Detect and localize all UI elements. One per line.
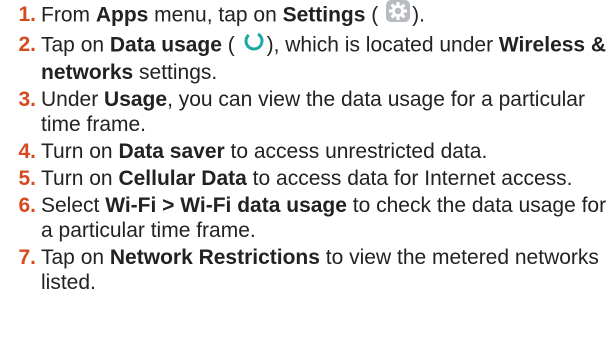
instruction-list: 1. From Apps menu, tap on Settings ( ). … bbox=[0, 0, 611, 295]
step-bold-text: Settings bbox=[282, 3, 366, 27]
data-usage-ring-icon bbox=[243, 30, 265, 58]
step-bold-text: Data usage bbox=[109, 33, 222, 57]
step-number: 5. bbox=[18, 167, 36, 190]
step-item: 4. Turn on Data saver to access unrestri… bbox=[0, 139, 611, 164]
step-number: 7. bbox=[18, 246, 36, 269]
step-text: Tap on bbox=[41, 33, 110, 57]
step-number: 2. bbox=[18, 33, 36, 56]
step-text: From bbox=[41, 3, 96, 27]
step-item: 6. Select Wi-Fi > Wi-Fi data usage to ch… bbox=[0, 193, 611, 243]
step-item: 3. Under Usage, you can view the data us… bbox=[0, 87, 611, 137]
step-bold-text: Apps bbox=[95, 3, 149, 27]
step-text: Select bbox=[41, 194, 106, 217]
step-number: 3. bbox=[18, 88, 36, 111]
step-text: Under bbox=[41, 88, 105, 111]
step-text: ), which is located under bbox=[266, 33, 499, 57]
step-text: Tap on bbox=[41, 246, 110, 269]
step-text: to access unrestricted data. bbox=[224, 140, 488, 163]
step-bold-text: Cellular Data bbox=[118, 167, 247, 190]
step-text: Turn on bbox=[41, 140, 119, 163]
step-text: ). bbox=[412, 3, 425, 27]
step-item: 7. Tap on Network Restrictions to view t… bbox=[0, 245, 611, 295]
step-bold-text: Network Restrictions bbox=[109, 246, 320, 269]
step-item: 2. Tap on Data usage ( ), which is locat… bbox=[0, 30, 611, 85]
step-number: 4. bbox=[18, 140, 36, 163]
step-bold-text: Wi-Fi > Wi-Fi data usage bbox=[105, 194, 347, 217]
step-number: 6. bbox=[18, 194, 36, 217]
step-text: menu, tap on bbox=[148, 3, 283, 27]
step-item: 1. From Apps menu, tap on Settings ( ). bbox=[0, 0, 611, 30]
step-text: Turn on bbox=[41, 167, 119, 190]
step-bold-text: Data saver bbox=[118, 140, 225, 163]
step-item: 5. Turn on Cellular Data to access data … bbox=[0, 166, 611, 191]
step-text: ( bbox=[365, 3, 379, 27]
step-text: settings. bbox=[133, 61, 218, 84]
step-number: 1. bbox=[18, 3, 36, 26]
step-text: ( bbox=[221, 33, 235, 57]
step-bold-text: Usage bbox=[104, 88, 168, 111]
gear-icon bbox=[386, 0, 411, 28]
step-text: to access data for Internet access. bbox=[246, 167, 573, 190]
